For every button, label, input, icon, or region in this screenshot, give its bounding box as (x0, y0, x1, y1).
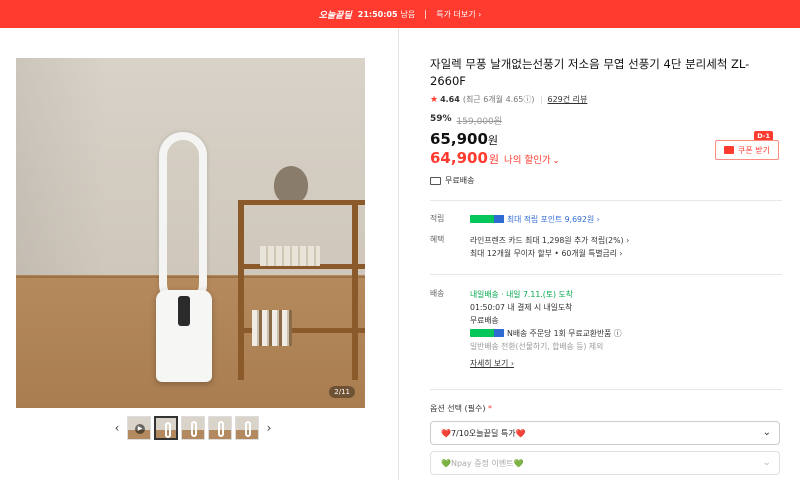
deal-brand: 오늘끝딜 (318, 10, 352, 21)
more-deals-link[interactable]: 특가 더보기 › (436, 9, 481, 20)
card-points-link[interactable]: 라인프렌즈 카드 최대 1,298원 추가 적립(2%) › (470, 234, 780, 247)
deal-banner[interactable]: 오늘끝딜 21:50:05 남음 특가 더보기 › (0, 0, 800, 28)
delivery-free: 무료배송 (470, 316, 499, 325)
deal-timer: 21:50:05 (357, 9, 398, 19)
my-price-value: 64,900 (430, 149, 488, 167)
get-coupon-button[interactable]: 쿠폰 받기 (715, 140, 779, 160)
chevron-down-icon: ⌄ (762, 427, 771, 438)
thumbnail[interactable] (235, 416, 259, 440)
thumbnail[interactable] (208, 416, 232, 440)
discount-row: 59% 159,000원 (430, 114, 782, 127)
reviews-link[interactable]: 629건 리뷰 (548, 94, 588, 105)
thumb-next-arrow[interactable]: › (262, 416, 276, 440)
thumbnail-strip: ‹ ▶ › (110, 416, 276, 440)
delivery-exclusion: 일반배송 전환(선물하기, 합배송 등) 제외 (470, 342, 604, 351)
banner-divider (425, 9, 427, 19)
divider (430, 274, 782, 275)
chevron-down-icon: ⌄ (552, 156, 560, 165)
chevron-down-icon: ⌄ (762, 457, 771, 468)
installment-link[interactable]: 최대 12개월 무이자 할부 • 60개월 특별금리 › (470, 247, 780, 260)
rating-score: 4.64 (440, 95, 460, 104)
free-exchange[interactable]: N배송 주문당 1회 무료교환반품 ⓘ (470, 327, 780, 340)
thumbnail[interactable] (181, 416, 205, 440)
coupon-icon (724, 146, 734, 154)
thumbnail-active[interactable] (154, 416, 178, 440)
delivery-deadline: 01:50:07 내 결제 시 내일도착 (470, 303, 573, 312)
my-price-label: 나의 할인가 (504, 155, 551, 166)
divider (430, 389, 782, 390)
option-select-secondary[interactable]: 💚Npay 증정 이벤트💚 ⌄ (430, 451, 780, 475)
vase-illustration (274, 166, 308, 204)
free-shipping: 무료배송 (430, 175, 782, 186)
product-info: 자일렉 무풍 날개없는선풍기 저소음 무엽 선풍기 4단 분리세척 ZL-266… (430, 56, 782, 186)
product-title: 자일렉 무풍 날개없는선풍기 저소음 무엽 선풍기 4단 분리세척 ZL-266… (430, 57, 750, 88)
original-price: 159,000원 (456, 117, 503, 127)
thumbnail-video[interactable]: ▶ (127, 416, 151, 440)
option-label: 옵션 선택 (필수) * (430, 404, 493, 413)
column-divider (398, 28, 399, 480)
thumb-prev-arrow[interactable]: ‹ (110, 416, 124, 440)
discount-percent: 59% (430, 114, 452, 124)
option-select-primary[interactable]: ❤️7/10오늘끝딜 특가❤️ ⌄ (430, 421, 780, 445)
delivery-details-link[interactable]: 자세히 보기 › (470, 359, 514, 368)
rating-row: ★ 4.64 (최근 6개월 4.65ⓘ) 629건 리뷰 (430, 94, 782, 105)
deal-remaining-label: 남음 (400, 9, 416, 19)
sale-price-value: 65,900 (430, 130, 488, 148)
truck-icon (430, 176, 441, 185)
star-icon: ★ (430, 94, 439, 105)
npay-badge-icon (470, 329, 504, 337)
npay-badge-icon (470, 215, 504, 223)
divider (430, 200, 782, 201)
fan-ring-illustration (159, 132, 207, 308)
image-counter: 2/11 (329, 386, 355, 398)
points-link[interactable]: 최대 적립 포인트 9,692원 › (507, 215, 600, 224)
rating-detail[interactable]: (최근 6개월 4.65ⓘ) (463, 94, 535, 105)
coupon-widget: D-1 쿠폰 받기 (715, 131, 779, 161)
tomorrow-delivery: 내일배송 · 내일 7.11.(토) 도착 (470, 290, 573, 299)
product-main-image[interactable]: 2/11 (16, 58, 365, 408)
play-icon: ▶ (135, 424, 145, 434)
